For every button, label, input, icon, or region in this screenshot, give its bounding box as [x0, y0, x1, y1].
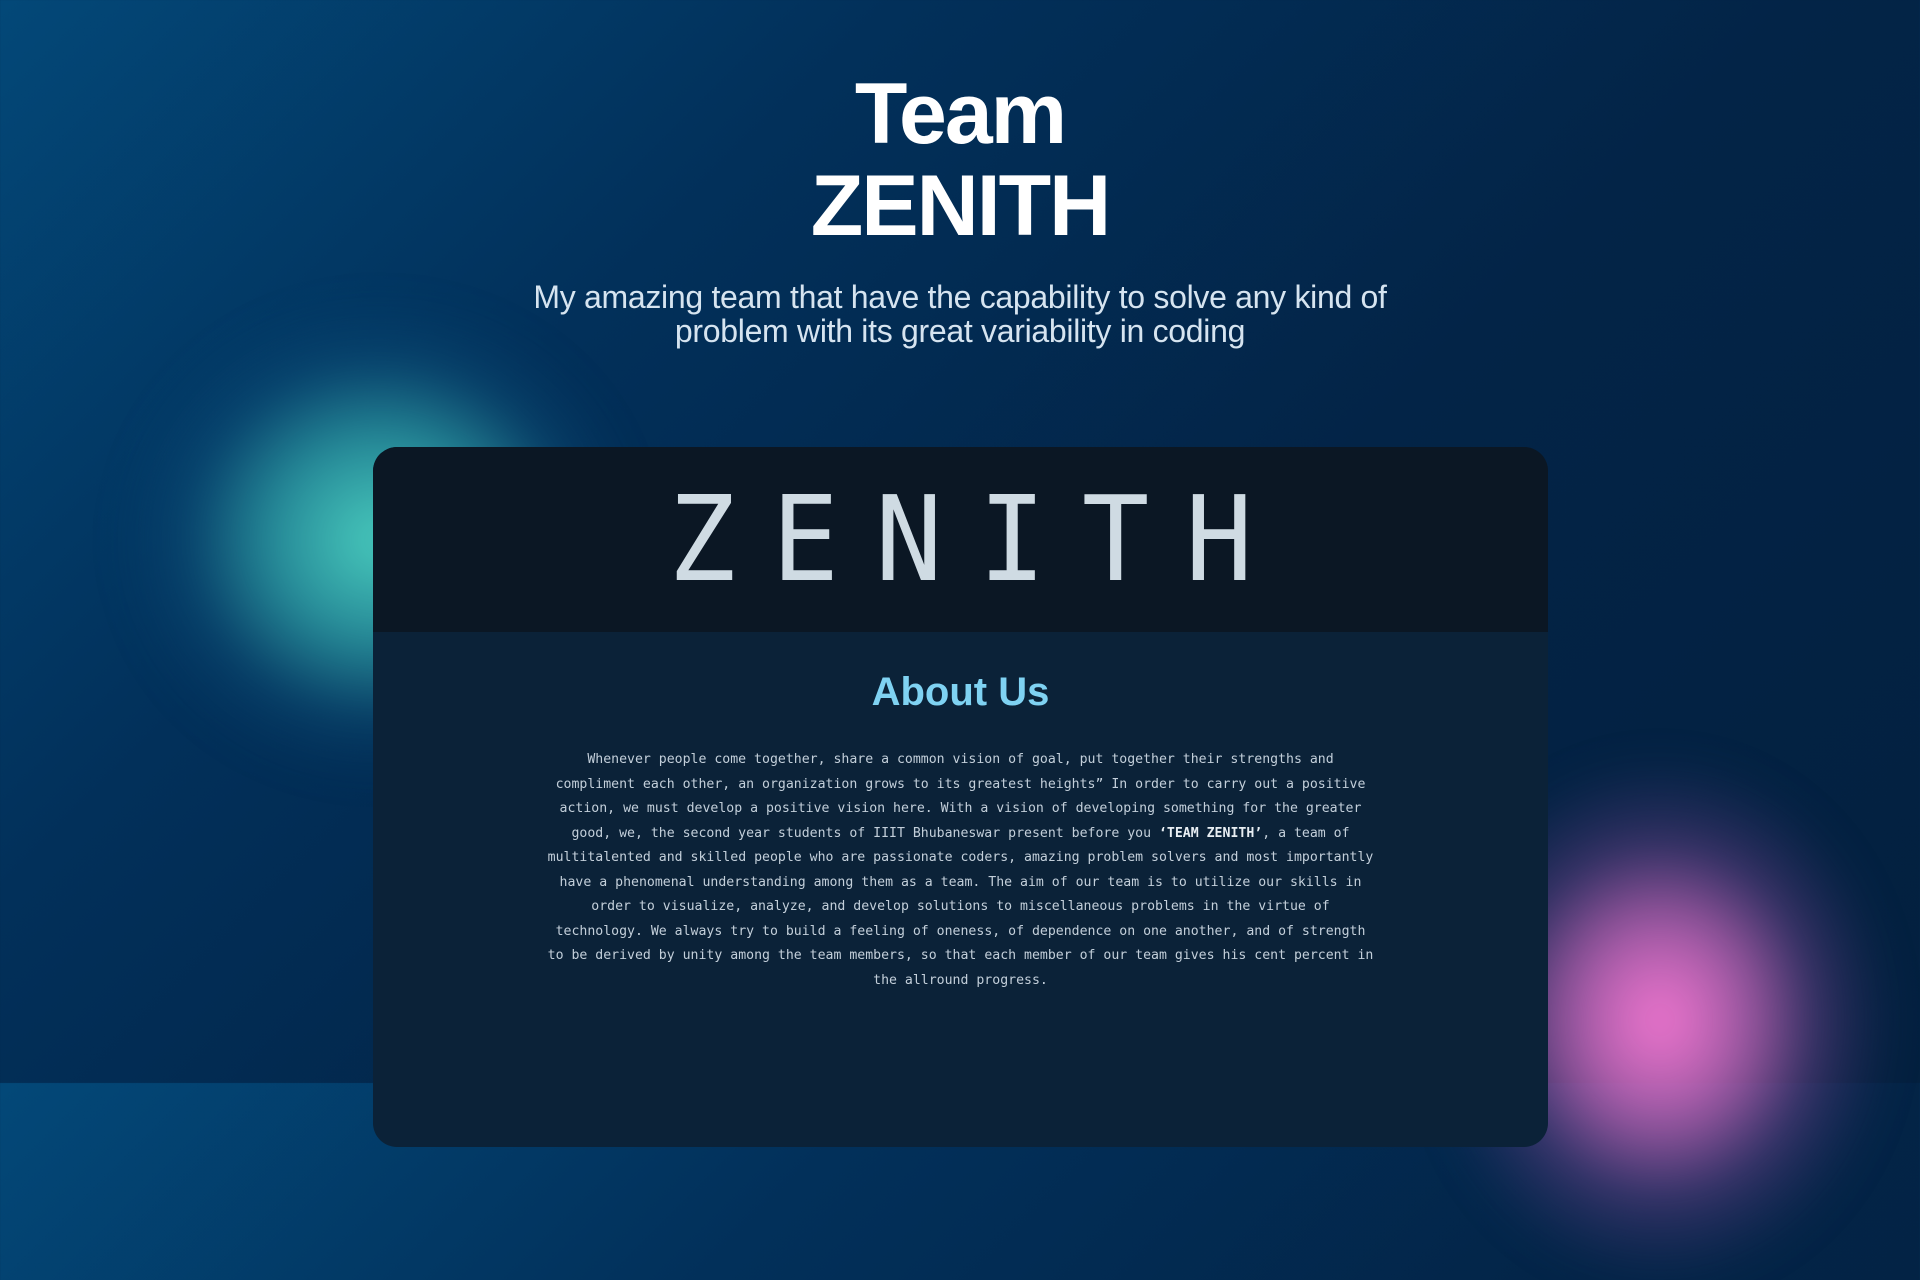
page-title: Team ZENITH: [0, 68, 1920, 252]
paragraph-text-continued: , a team of multitalented and skilled pe…: [547, 825, 1374, 988]
brand-wordmark: ZENITH: [668, 471, 1289, 608]
card-header: ZENITH: [373, 447, 1548, 632]
hero: Team ZENITH My amazing team that have th…: [0, 68, 1920, 348]
title-line-1: Team: [854, 66, 1067, 162]
title-line-2: ZENITH: [810, 158, 1112, 254]
hero-subtitle: My amazing team that have the capability…: [533, 279, 1387, 349]
about-paragraph: Whenever people come together, share a c…: [546, 748, 1376, 993]
team-name-bold: ‘TEAM ZENITH’: [1158, 825, 1263, 841]
about-card: ZENITH About Us Whenever people come tog…: [373, 447, 1548, 1147]
about-heading: About Us: [871, 670, 1050, 714]
